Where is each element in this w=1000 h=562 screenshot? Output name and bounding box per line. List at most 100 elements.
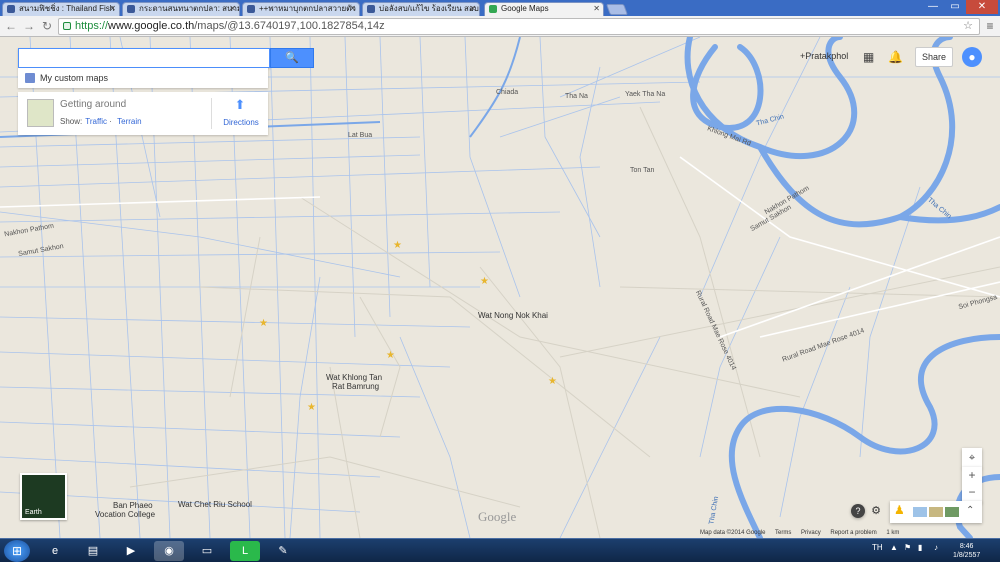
media-player-icon[interactable]: ▶ [116, 541, 146, 561]
poi-star-icon[interactable]: ★ [480, 276, 489, 287]
tab-title: กระดานสนทนาตกปลา: สนาม [139, 4, 240, 13]
forward-arrow-icon[interactable]: → [22, 19, 36, 33]
poi-label: Rat Bamrung [332, 382, 380, 391]
expand-chevron-icon[interactable]: ⌃ [966, 505, 974, 516]
url-host: www.google.co.th [108, 20, 195, 32]
tray-flag-icon[interactable]: ⚑ [904, 543, 911, 552]
back-arrow-icon[interactable]: ← [4, 19, 18, 33]
terrain-link[interactable]: Terrain [117, 117, 141, 126]
traffic-link[interactable]: Traffic [85, 117, 107, 126]
chrome-menu-icon[interactable]: ≡ [983, 19, 997, 33]
toolbar: ← → ↻ https://www.google.co.th/maps/@13.… [0, 16, 1000, 37]
layers-panel: ♟ ⌃ [890, 501, 982, 523]
terms-link[interactable]: Terms [775, 530, 791, 536]
tab-title: สนามฟิชชิ่ง : Thailand Fish [19, 4, 115, 13]
maps-favicon-icon [489, 5, 497, 13]
map-canvas[interactable]: Lat Bua Chiada Tha Na Yaek Tha Na Khlong… [0, 37, 1000, 538]
tab-title: บ่อลังสบ/แก้ไข ร้องเรียน สอบ [379, 4, 479, 13]
tab-1[interactable]: สนามฟิชชิ่ง : Thailand Fish ✕ [2, 2, 120, 16]
tab-close-icon[interactable]: ✕ [109, 3, 116, 15]
poi-label: Wat Khlong Tan [326, 373, 383, 382]
directions-icon[interactable]: ⬆ [233, 98, 247, 112]
close-window-icon[interactable]: ✕ [966, 0, 998, 14]
app-icon[interactable]: ▭ [192, 541, 222, 561]
zoom-in-button[interactable]: + [962, 467, 982, 484]
earth-label: Earth [25, 509, 42, 516]
search-input[interactable] [18, 48, 270, 68]
avatar[interactable]: ● [962, 47, 982, 67]
poi-star-icon[interactable]: ★ [548, 376, 557, 387]
language-indicator[interactable]: TH [872, 543, 883, 552]
volume-icon[interactable]: ♪ [934, 543, 938, 552]
line-app-icon[interactable]: L [230, 541, 260, 561]
layer-thumb-icon[interactable] [929, 507, 943, 517]
directions-link[interactable]: Directions [216, 118, 266, 127]
help-icon[interactable]: ? [851, 504, 865, 518]
custom-maps-label: My custom maps [40, 73, 109, 83]
zoom-control: + − [962, 467, 982, 503]
maximize-icon[interactable]: ▭ [944, 0, 966, 14]
tab-4[interactable]: บ่อลังสบ/แก้ไข ร้องเรียน สอบ ✕ [362, 2, 480, 16]
map-label: Ton Tan [630, 167, 655, 174]
getting-around-title: Getting around [60, 99, 127, 110]
internet-explorer-icon[interactable]: e [40, 541, 70, 561]
share-button[interactable]: Share [915, 47, 953, 67]
poi-star-icon[interactable]: ★ [393, 240, 402, 251]
divider [211, 98, 212, 129]
tab-google-maps[interactable]: Google Maps ✕ [484, 2, 604, 16]
browser-window: สนามฟิชชิ่ง : Thailand Fish ✕ กระดานสนทนา… [0, 0, 1000, 562]
url-path: /maps/@13.6740197,100.1827854,14z [194, 20, 385, 32]
system-clock[interactable]: 8:46 1/8/2557 [953, 542, 980, 560]
poi-star-icon[interactable]: ★ [307, 402, 316, 413]
poi-label: Wat Chet Riu School [178, 500, 252, 509]
custom-maps-icon [25, 73, 35, 83]
tab-title: ++พาหมาบุกตกปลาสวายตัว [259, 4, 356, 13]
tray-expand-icon[interactable]: ▲ [890, 543, 898, 552]
minimize-icon[interactable]: — [922, 0, 944, 14]
dot-separator: · [107, 117, 115, 126]
clock-time: 8:46 [959, 543, 974, 550]
apps-grid-icon[interactable]: ▦ [863, 51, 875, 63]
windows-start-icon[interactable]: ⊞ [4, 540, 30, 562]
settings-gear-icon[interactable]: ⚙ [869, 504, 883, 518]
tab-close-icon[interactable]: ✕ [229, 3, 236, 15]
my-custom-maps-link[interactable]: My custom maps [18, 68, 268, 88]
pegman-icon[interactable]: ♟ [894, 503, 905, 517]
notifications-bell-icon[interactable]: 🔔 [888, 50, 903, 64]
file-explorer-icon[interactable]: ▤ [78, 541, 108, 561]
network-icon[interactable]: ▮ [918, 543, 922, 552]
show-label: Show: [60, 117, 83, 126]
clock-date: 1/8/2557 [953, 552, 981, 559]
map-label: Chiada [496, 89, 519, 96]
map-label: Tha Na [565, 93, 588, 100]
tab-3[interactable]: ++พาหมาบุกตกปลาสวายตัว ✕ [242, 2, 360, 16]
tab-strip: สนามฟิชชิ่ง : Thailand Fish ✕ กระดานสนทนา… [0, 0, 1000, 16]
my-location-icon[interactable]: ⌖ [962, 448, 982, 468]
layer-thumb-icon[interactable] [945, 507, 959, 517]
poi-label: Vocation College [95, 510, 156, 519]
search-button[interactable]: 🔍 [270, 48, 314, 68]
tab-close-icon[interactable]: ✕ [593, 3, 600, 15]
privacy-link[interactable]: Privacy [801, 530, 821, 536]
tab-2[interactable]: กระดานสนทนาตกปลา: สนาม ✕ [122, 2, 240, 16]
bookmark-star-icon[interactable]: ☆ [963, 19, 973, 34]
traffic-thumbnail[interactable] [27, 99, 54, 127]
zoom-out-button[interactable]: − [962, 484, 982, 501]
poi-star-icon[interactable]: ★ [259, 318, 268, 329]
reload-icon[interactable]: ↻ [40, 19, 54, 33]
address-bar[interactable]: https://www.google.co.th/maps/@13.674019… [58, 18, 980, 35]
layer-thumb-icon[interactable] [913, 507, 927, 517]
new-tab-button[interactable] [605, 4, 629, 15]
tab-favicon-icon [247, 5, 255, 13]
tab-title: Google Maps [501, 4, 549, 13]
poi-star-icon[interactable]: ★ [386, 350, 395, 361]
tab-favicon-icon [367, 5, 375, 13]
paint-icon[interactable]: ✎ [268, 541, 298, 561]
chrome-icon[interactable]: ◉ [154, 541, 184, 561]
tab-favicon-icon [127, 5, 135, 13]
account-name-link[interactable]: +Pratakphol [800, 51, 848, 61]
report-problem-link[interactable]: Report a problem [830, 530, 876, 536]
tab-close-icon[interactable]: ✕ [349, 3, 356, 15]
tab-close-icon[interactable]: ✕ [469, 3, 476, 15]
earth-view-toggle[interactable]: Earth [20, 473, 67, 520]
